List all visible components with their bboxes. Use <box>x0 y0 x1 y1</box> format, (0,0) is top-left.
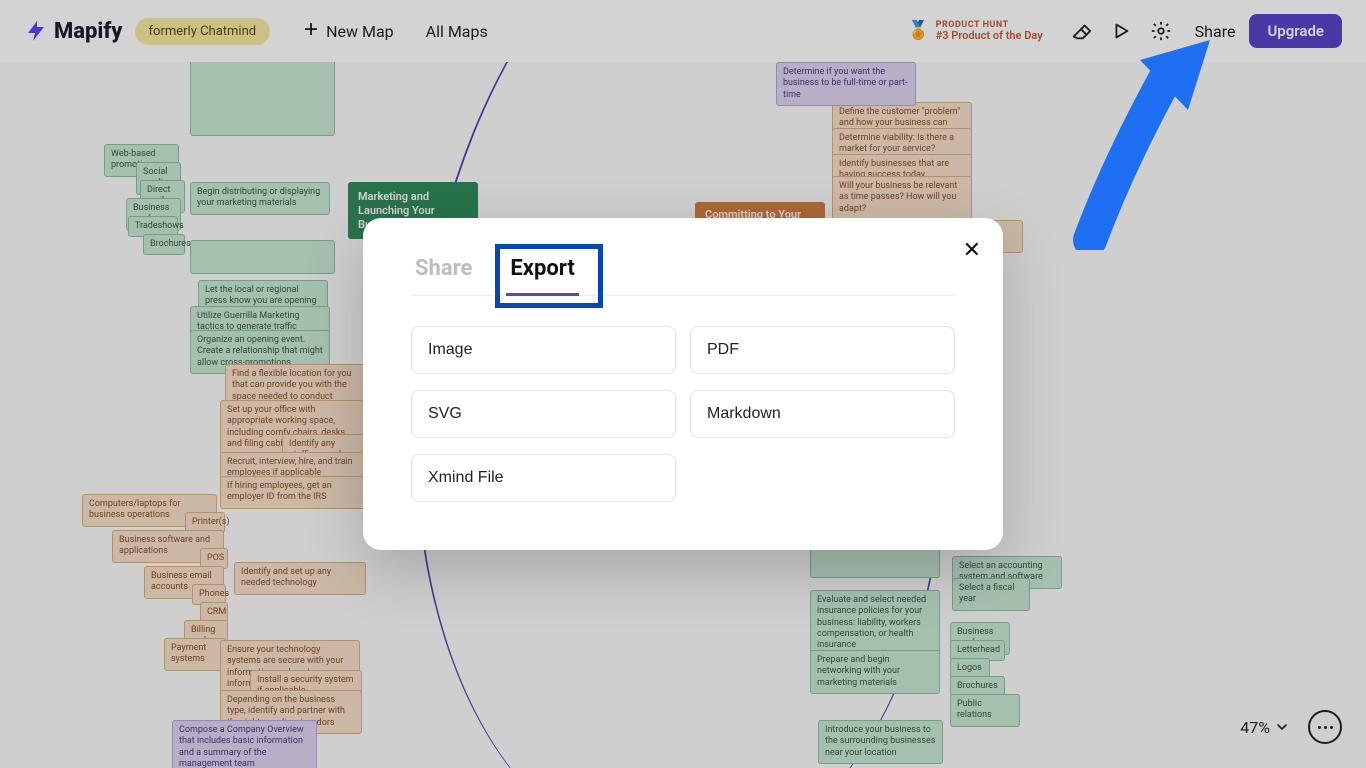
export-pdf[interactable]: PDF <box>690 326 955 374</box>
export-svg[interactable]: SVG <box>411 390 676 438</box>
export-options: Image PDF SVG Markdown Xmind File <box>411 326 955 502</box>
modal-tabs: Share Export <box>411 248 955 296</box>
export-xmind[interactable]: Xmind File <box>411 454 676 502</box>
export-image[interactable]: Image <box>411 326 676 374</box>
export-markdown[interactable]: Markdown <box>690 390 955 438</box>
tab-export[interactable]: Export <box>506 248 578 295</box>
close-icon[interactable]: ✕ <box>963 238 981 263</box>
share-export-modal: ✕ Share Export Image PDF SVG Markdown Xm… <box>363 218 1003 550</box>
tab-share[interactable]: Share <box>411 248 476 295</box>
